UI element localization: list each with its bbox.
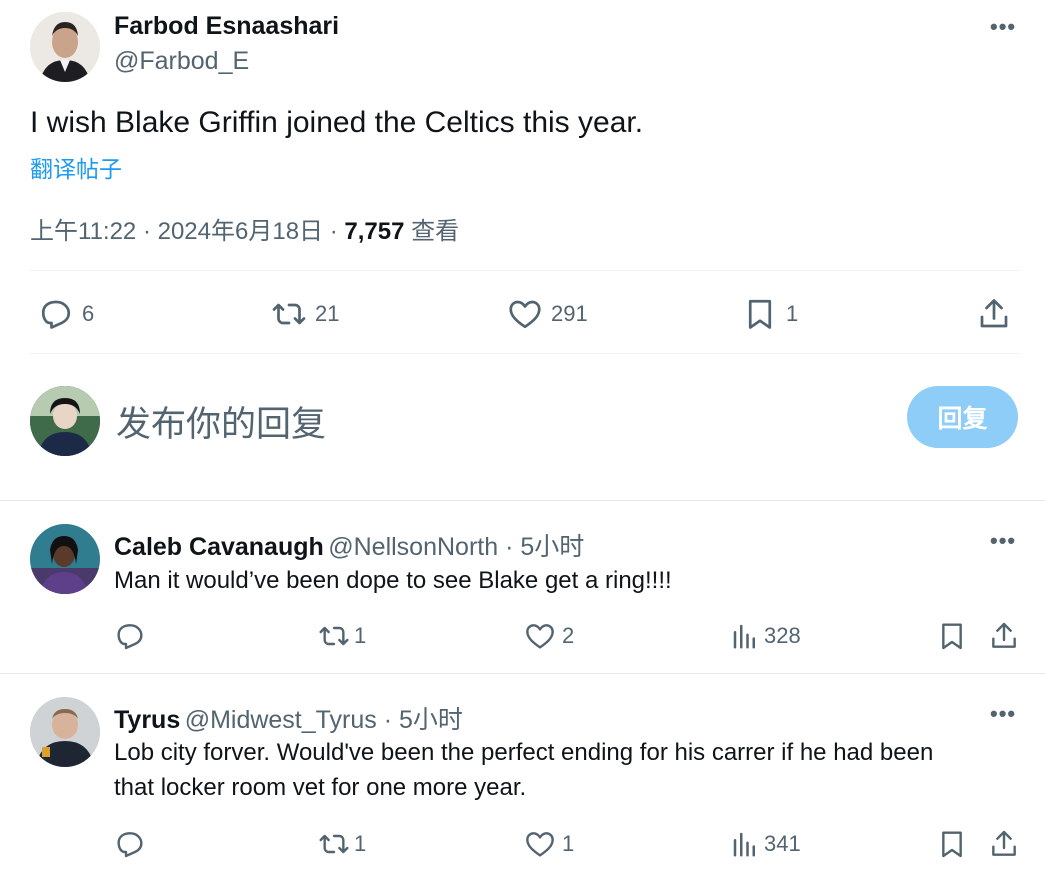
reply-share-button[interactable] (988, 620, 1020, 652)
reply-retweet-button[interactable]: 1 (318, 620, 366, 652)
bookmark-icon (942, 623, 962, 650)
bookmark-icon (748, 299, 772, 329)
reply-icon (117, 832, 143, 858)
tweet-meta: 上午11:22 · 2024年6月18日 · 7,757 查看 (30, 211, 459, 246)
share-icon (980, 299, 1008, 328)
reply-icon (41, 300, 71, 329)
more-options-icon[interactable]: ••• (990, 14, 1016, 40)
share-icon (992, 622, 1016, 648)
divider (30, 353, 1020, 354)
reply-author-avatar[interactable] (30, 524, 100, 594)
reply-text-line: Lob city forver. Would've been the perfe… (114, 739, 934, 766)
reply-compose-input[interactable]: 发布你的回复 (116, 396, 326, 447)
reply-bookmark-button[interactable] (936, 828, 968, 860)
translate-post-link[interactable]: 翻译帖子 (30, 150, 122, 184)
retweet-count: 21 (315, 301, 340, 326)
reply-retweet-count: 1 (354, 831, 367, 856)
reply-header: Tyrus @Midwest_Tyrus · 5小时 (114, 700, 463, 736)
reply-reply-button[interactable] (114, 620, 146, 652)
reply-retweet-button[interactable]: 1 (318, 828, 366, 860)
reply-count: 6 (82, 301, 95, 326)
divider (30, 270, 1020, 271)
reply-author-name[interactable]: Tyrus (114, 706, 180, 734)
reply-views-button[interactable]: 328 (730, 620, 801, 652)
reply-more-options-icon[interactable]: ••• (990, 701, 1016, 727)
reply-more-options-icon[interactable]: ••• (990, 528, 1016, 554)
reply-views-button[interactable]: 341 (730, 828, 801, 860)
tweet-text: I wish Blake Griffin joined the Celtics … (30, 106, 644, 139)
reply-like-count: 2 (562, 623, 575, 648)
analytics-icon (733, 832, 755, 857)
reply-author-name[interactable]: Caleb Cavanaugh (114, 533, 324, 561)
view-count: 7,757 (344, 218, 405, 245)
view-label: 查看 (404, 218, 460, 245)
retweet-button[interactable]: 21 (271, 296, 339, 332)
reply-author-handle[interactable]: @Midwest_Tyrus · 5小时 (185, 706, 463, 734)
share-icon (992, 830, 1016, 856)
author-avatar[interactable] (30, 12, 100, 82)
retweet-icon (319, 626, 349, 646)
reply-text-line: that locker room vet for one more year. (114, 774, 527, 801)
like-count: 291 (551, 301, 588, 326)
current-user-avatar[interactable] (30, 386, 100, 456)
heart-icon (526, 832, 554, 857)
reply-text: Man it would’ve been dope to see Blake g… (114, 567, 672, 594)
share-button[interactable] (976, 296, 1012, 332)
analytics-icon (733, 624, 755, 649)
reply-author-avatar[interactable] (30, 697, 100, 767)
reply-header: Caleb Cavanaugh @NellsonNorth · 5小时 (114, 527, 584, 563)
retweet-icon (319, 834, 349, 854)
bookmark-count: 1 (786, 301, 799, 326)
bookmark-button[interactable]: 1 (742, 296, 798, 332)
reply-bookmark-button[interactable] (936, 620, 968, 652)
reply-like-button[interactable]: 2 (524, 620, 574, 652)
heart-icon (509, 300, 541, 329)
reply-submit-button[interactable]: 回复 (907, 386, 1018, 448)
tweet-timestamp[interactable]: 上午11:22 · 2024年6月18日 · (30, 218, 344, 245)
divider (0, 673, 1045, 674)
reply-reply-button[interactable] (114, 828, 146, 860)
reply-view-count: 341 (764, 831, 801, 856)
reply-share-button[interactable] (988, 828, 1020, 860)
reply-like-button[interactable]: 1 (524, 828, 574, 860)
divider (0, 500, 1045, 501)
reply-like-count: 1 (562, 831, 575, 856)
heart-icon (526, 624, 554, 649)
reply-author-handle[interactable]: @NellsonNorth · 5小时 (328, 533, 584, 561)
reply-view-count: 328 (764, 623, 801, 648)
retweet-icon (272, 303, 306, 325)
reply-retweet-count: 1 (354, 623, 367, 648)
like-button[interactable]: 291 (507, 296, 588, 332)
author-name[interactable]: Farbod Esnaashari (114, 12, 339, 41)
reply-icon (117, 624, 143, 650)
reply-button[interactable]: 6 (38, 296, 94, 332)
reply-text: Lob city forver. Would've been the perfe… (114, 735, 1034, 805)
bookmark-icon (942, 831, 962, 858)
author-handle[interactable]: @Farbod_E (114, 47, 249, 76)
